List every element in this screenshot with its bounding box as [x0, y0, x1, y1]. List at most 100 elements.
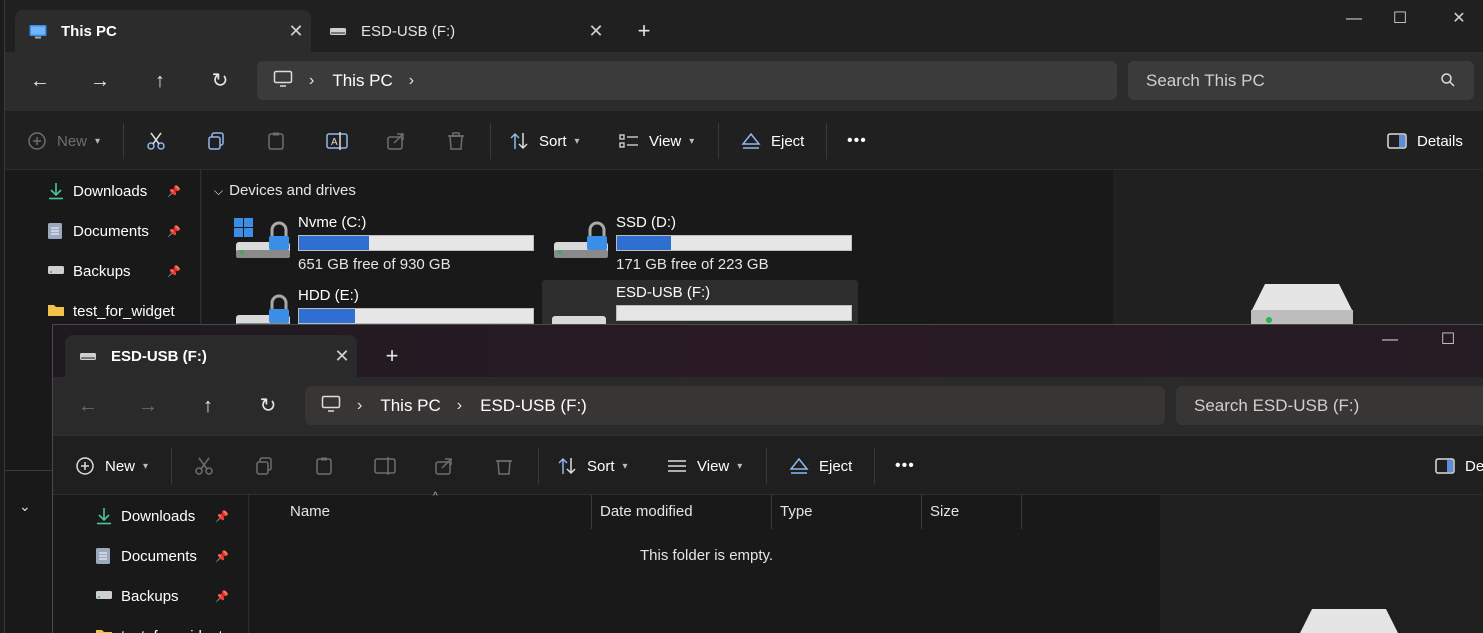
eject-button[interactable]: Eject	[789, 451, 852, 481]
details-button[interactable]: Details	[1387, 126, 1463, 156]
more-options-button[interactable]: •••	[895, 451, 915, 481]
drive-free-space: 651 GB free of 930 GB	[298, 256, 451, 273]
divider	[538, 448, 539, 484]
minimize-button[interactable]: —	[1367, 327, 1413, 357]
close-tab-icon[interactable]: ✕	[281, 21, 311, 42]
up-arrow-icon[interactable]: ↑	[193, 391, 223, 421]
new-tab-button[interactable]: +	[629, 16, 659, 46]
sidebar-item-label: Downloads	[73, 182, 148, 200]
tab-esd-usb[interactable]: ESD-USB (F:) ✕	[315, 10, 611, 52]
document-icon	[47, 222, 65, 240]
chevron-down-icon[interactable]: ⌄	[19, 498, 31, 515]
share-icon[interactable]	[386, 126, 406, 156]
forward-arrow-icon[interactable]: →	[133, 391, 163, 421]
share-icon[interactable]	[434, 451, 454, 481]
computer-icon	[273, 70, 293, 92]
sidebar-item-downloads[interactable]: Downloads 📌	[47, 176, 187, 206]
sidebar-item-test-for-widget[interactable]: test_for_widget	[95, 621, 235, 633]
sidebar-item-documents[interactable]: Documents 📌	[47, 216, 187, 246]
sidebar-item-documents[interactable]: Documents 📌	[95, 541, 235, 571]
minimize-button[interactable]: —	[1331, 6, 1377, 36]
drive-tile[interactable]: SSD (D:) 171 GB free of 223 GB	[546, 210, 858, 280]
eject-label: Eject	[771, 132, 805, 150]
new-button[interactable]: New ▾	[75, 451, 148, 481]
paste-icon[interactable]	[266, 126, 286, 156]
divider	[171, 448, 172, 484]
sidebar-item-label: Downloads	[121, 507, 196, 525]
paste-icon[interactable]	[314, 451, 334, 481]
tab-esd-usb[interactable]: ESD-USB (F:) ✕	[65, 335, 357, 377]
column-header-date-modified[interactable]: Date modified	[592, 495, 772, 529]
column-header-type[interactable]: Type	[772, 495, 922, 529]
details-pane-icon	[1387, 131, 1407, 151]
eject-button[interactable]: Eject	[741, 126, 804, 156]
address-bar[interactable]: › This PC › ESD-USB (F:)	[305, 386, 1165, 425]
cut-icon[interactable]	[194, 451, 214, 481]
document-icon	[95, 547, 113, 565]
title-bar: ESD-USB (F:) ✕ + — ☐	[53, 325, 1483, 377]
delete-icon[interactable]	[494, 451, 514, 481]
sidebar-item-backups[interactable]: Backups 📌	[95, 581, 235, 611]
tab-this-pc[interactable]: This PC ✕	[15, 10, 311, 52]
drive-preview-icon	[1296, 607, 1402, 633]
drive-icon	[47, 262, 65, 280]
maximize-button[interactable]: ☐	[1425, 327, 1471, 357]
address-bar[interactable]: › This PC ›	[257, 61, 1117, 100]
sidebar-item-backups[interactable]: Backups 📌	[47, 256, 187, 286]
more-options-button[interactable]: •••	[847, 126, 867, 156]
divider	[874, 448, 875, 484]
search-placeholder: Search This PC	[1146, 70, 1265, 90]
refresh-icon[interactable]: ↻	[253, 391, 283, 421]
back-arrow-icon[interactable]: ←	[25, 66, 55, 96]
close-window-button[interactable]: ✕	[1436, 6, 1482, 36]
maximize-button[interactable]: ☐	[1377, 6, 1423, 36]
drive-tile[interactable]: Nvme (C:) 651 GB free of 930 GB	[228, 210, 540, 280]
column-header-size[interactable]: Size	[922, 495, 1022, 529]
tab-label: ESD-USB (F:)	[111, 347, 207, 365]
breadcrumb-separator-icon[interactable]: ›	[309, 72, 314, 90]
search-icon	[1440, 72, 1456, 88]
copy-icon[interactable]	[254, 451, 274, 481]
view-button[interactable]: View ▾	[667, 451, 742, 481]
new-tab-button[interactable]: +	[377, 341, 407, 371]
up-arrow-icon[interactable]: ↑	[145, 66, 175, 96]
cut-icon[interactable]	[146, 126, 166, 156]
copy-icon[interactable]	[206, 126, 226, 156]
search-input[interactable]: Search ESD-USB (F:)	[1176, 386, 1483, 425]
sidebar-item-label: Documents	[121, 547, 197, 565]
group-header[interactable]: ⌵ Devices and drives	[214, 182, 356, 199]
rename-icon[interactable]	[374, 451, 396, 481]
details-pane-icon	[1435, 456, 1455, 476]
back-arrow-icon[interactable]: ←	[73, 391, 103, 421]
sort-label: Sort	[539, 132, 567, 150]
sort-button[interactable]: Sort ▾	[557, 451, 628, 481]
breadcrumb-separator-icon[interactable]: ›	[409, 72, 414, 90]
breadcrumb-esd-usb[interactable]: ESD-USB (F:)	[480, 396, 587, 416]
group-title: Devices and drives	[229, 182, 356, 199]
new-button[interactable]: New ▾	[27, 126, 100, 156]
command-bar: New ▾ Sort ▾ View ▾ Eject ••• De	[53, 435, 1483, 495]
tab-label: ESD-USB (F:)	[361, 22, 456, 40]
sidebar-item-test-for-widget[interactable]: test_for_widget	[47, 296, 187, 326]
details-button[interactable]: De	[1435, 451, 1483, 481]
view-button[interactable]: View ▾	[619, 126, 694, 156]
details-label: Details	[1417, 132, 1463, 150]
download-icon	[95, 507, 113, 525]
breadcrumb-separator-icon[interactable]: ›	[357, 397, 362, 415]
refresh-icon[interactable]: ↻	[205, 66, 235, 96]
rename-icon[interactable]: A	[326, 126, 348, 156]
breadcrumb-this-pc[interactable]: This PC	[380, 396, 440, 416]
drive-name: Nvme (C:)	[298, 214, 367, 231]
search-input[interactable]: Search This PC	[1128, 61, 1474, 100]
sidebar-item-downloads[interactable]: Downloads 📌	[95, 501, 235, 531]
column-header-name[interactable]: Name	[282, 495, 592, 529]
close-tab-icon[interactable]: ✕	[581, 21, 611, 42]
drive-usage-bar	[298, 308, 534, 324]
drive-usage-bar	[616, 305, 852, 321]
close-tab-icon[interactable]: ✕	[327, 346, 357, 367]
breadcrumb-this-pc[interactable]: This PC	[332, 71, 392, 91]
breadcrumb-separator-icon[interactable]: ›	[457, 397, 462, 415]
delete-icon[interactable]	[446, 126, 466, 156]
forward-arrow-icon[interactable]: →	[85, 66, 115, 96]
sort-button[interactable]: Sort ▾	[509, 126, 580, 156]
